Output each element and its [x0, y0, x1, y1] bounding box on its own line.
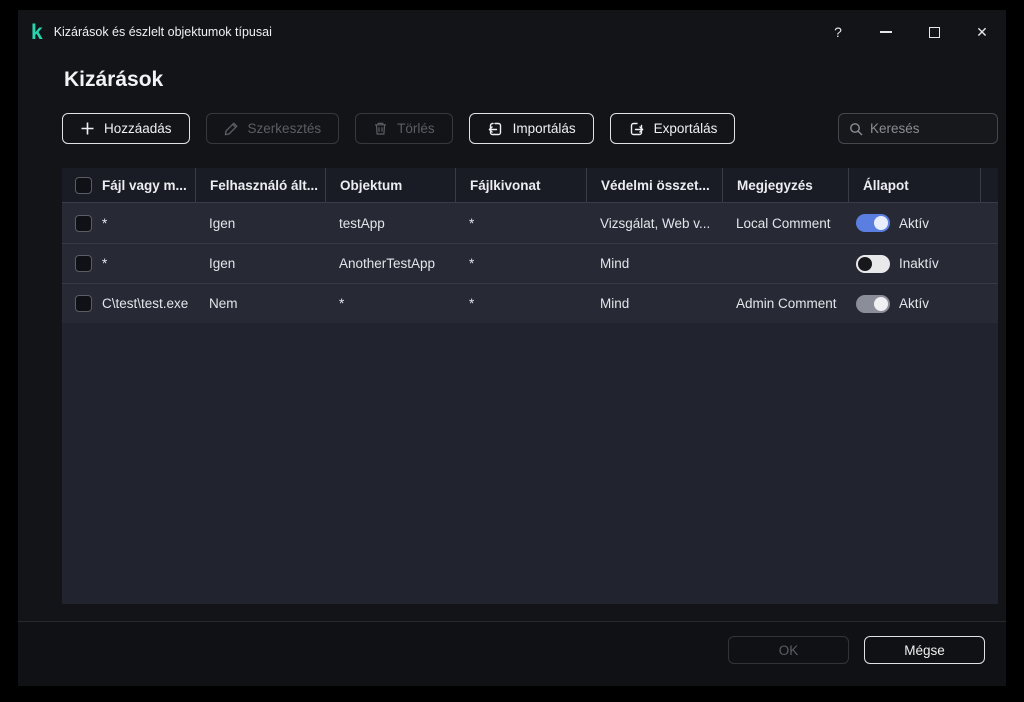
state-label: Inaktív	[899, 256, 939, 271]
minimize-button[interactable]	[862, 10, 910, 54]
ok-button[interactable]: OK	[728, 636, 849, 664]
edit-button-label: Szerkesztés	[248, 121, 322, 136]
cell-comment	[722, 244, 848, 283]
toggle-knob	[858, 257, 872, 271]
header-state-column: Állapot	[848, 168, 980, 202]
window-title: Kizárások és észlelt objektumok típusai	[54, 25, 272, 39]
header-user-column: Felhasználó ált...	[195, 168, 325, 202]
cell-object: testApp	[325, 203, 455, 243]
table-row[interactable]: C\test\test.exe Nem * * Mind Admin Comme…	[62, 283, 998, 323]
add-button-label: Hozzáadás	[104, 121, 172, 136]
header-comment-column: Megjegyzés	[722, 168, 848, 202]
search-icon	[849, 122, 863, 136]
row-checkbox[interactable]	[75, 255, 92, 272]
cell-component: Mind	[586, 244, 722, 283]
table-empty-area	[62, 323, 998, 604]
import-button[interactable]: Importálás	[469, 113, 594, 144]
cell-file: *	[102, 256, 107, 271]
add-button[interactable]: Hozzáadás	[62, 113, 190, 144]
title-bar: k Kizárások és észlelt objektumok típusa…	[18, 10, 1006, 54]
cell-component: Vizsgálat, Web v...	[586, 203, 722, 243]
toggle-knob	[874, 216, 888, 230]
state-label: Aktív	[899, 296, 929, 311]
state-toggle[interactable]	[856, 255, 890, 273]
header-hash-column: Fájlkivonat	[455, 168, 586, 202]
import-icon	[487, 121, 504, 137]
close-button[interactable]: ✕	[958, 10, 1006, 54]
plus-icon	[80, 121, 95, 136]
state-label: Aktív	[899, 216, 929, 231]
header-label: Fájl vagy m...	[102, 178, 187, 193]
page-title: Kizárások	[64, 68, 163, 92]
export-button[interactable]: Exportálás	[610, 113, 736, 144]
table-header-row: Fájl vagy m... Felhasználó ált... Objekt…	[62, 168, 998, 203]
kaspersky-logo-icon: k	[31, 22, 42, 43]
cell-user: Nem	[195, 284, 325, 323]
cell-file: *	[102, 216, 107, 231]
cell-comment: Local Comment	[722, 203, 848, 243]
search-input[interactable]	[870, 121, 987, 136]
toggle-knob	[874, 297, 888, 311]
table-row[interactable]: * Igen testApp * Vizsgálat, Web v... Loc…	[62, 203, 998, 243]
cell-spacer	[980, 244, 998, 283]
header-file-column: Fájl vagy m...	[62, 168, 195, 202]
minimize-icon	[880, 31, 892, 33]
header-component-column: Védelmi összet...	[586, 168, 722, 202]
footer-bar: OK Mégse	[18, 621, 1006, 686]
header-spacer-column	[980, 168, 998, 202]
edit-button[interactable]: Szerkesztés	[206, 113, 340, 144]
state-toggle[interactable]	[856, 214, 890, 232]
help-button[interactable]: ?	[814, 10, 862, 54]
delete-button-label: Törlés	[397, 121, 435, 136]
cell-hash: *	[455, 244, 586, 283]
cell-object: AnotherTestApp	[325, 244, 455, 283]
cell-user: Igen	[195, 203, 325, 243]
cancel-button[interactable]: Mégse	[864, 636, 985, 664]
exclusions-table: Fájl vagy m... Felhasználó ált... Objekt…	[62, 168, 998, 604]
window-controls: ? ✕	[814, 10, 1006, 54]
delete-button[interactable]: Törlés	[355, 113, 453, 144]
maximize-icon	[929, 27, 940, 38]
cell-spacer	[980, 203, 998, 243]
toolbar: Hozzáadás Szerkesztés Törlés Importálás …	[62, 113, 735, 144]
cell-hash: *	[455, 203, 586, 243]
cell-file: C\test\test.exe	[102, 296, 188, 311]
select-all-checkbox[interactable]	[75, 177, 92, 194]
pencil-icon	[224, 121, 239, 136]
export-icon	[628, 121, 645, 137]
header-object-column: Objektum	[325, 168, 455, 202]
cell-user: Igen	[195, 244, 325, 283]
trash-icon	[373, 121, 388, 136]
table-row[interactable]: * Igen AnotherTestApp * Mind Inaktív	[62, 243, 998, 283]
cell-spacer	[980, 284, 998, 323]
maximize-button[interactable]	[910, 10, 958, 54]
app-window: k Kizárások és észlelt objektumok típusa…	[18, 10, 1006, 686]
cell-object: *	[325, 284, 455, 323]
state-toggle	[856, 295, 890, 313]
export-button-label: Exportálás	[654, 121, 718, 136]
search-box	[838, 113, 998, 144]
cell-comment: Admin Comment	[722, 284, 848, 323]
cell-hash: *	[455, 284, 586, 323]
import-button-label: Importálás	[513, 121, 576, 136]
cell-component: Mind	[586, 284, 722, 323]
row-checkbox[interactable]	[75, 295, 92, 312]
row-checkbox[interactable]	[75, 215, 92, 232]
